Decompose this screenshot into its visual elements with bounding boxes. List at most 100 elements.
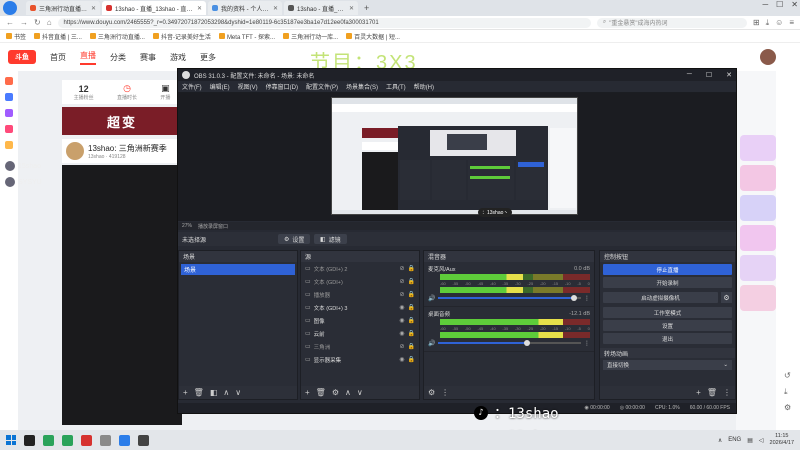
gear-icon[interactable]: ⚙	[332, 388, 339, 397]
lock-icon[interactable]: 🔒	[408, 278, 415, 285]
bookmark-item[interactable]: Meta TFT - 探索...	[218, 32, 275, 41]
more-icon[interactable]: ⋮	[584, 340, 590, 347]
eye-icon[interactable]: ◉	[399, 304, 404, 311]
gift-icon[interactable]	[5, 141, 13, 149]
bookmark-item[interactable]: 三角洲行动一库...	[283, 32, 338, 41]
more-icon[interactable]: ⋮	[723, 388, 731, 397]
source-settings-button[interactable]: ⚙ 设置	[278, 234, 311, 244]
video-icon[interactable]	[5, 109, 13, 117]
down-arrow-icon[interactable]: ∨	[235, 388, 241, 397]
reload-icon[interactable]: ↻	[34, 18, 41, 27]
studio-mode-button[interactable]: 工作室模式	[603, 307, 732, 318]
promo-card[interactable]	[740, 135, 776, 161]
close-icon[interactable]: ✕	[91, 5, 96, 12]
home-icon[interactable]: ⌂	[47, 18, 52, 27]
source-item[interactable]: ▭ 显示器采集 ◉ 🔒	[301, 353, 419, 366]
scene-item[interactable]: 场景	[181, 264, 295, 275]
menu-docks[interactable]: 停靠窗口(D)	[266, 82, 298, 91]
source-item[interactable]: ▭ 图像 ◉ 🔒	[301, 314, 419, 327]
browser-tab[interactable]: 我的资料 - 个人中心 - 斗鱼✕	[208, 1, 282, 15]
taskbar-obs-icon[interactable]	[138, 434, 149, 446]
browser-logo-icon[interactable]	[3, 1, 17, 15]
volume-slider[interactable]	[438, 295, 581, 301]
volume-slider-knob[interactable]	[570, 295, 577, 301]
volume-slider-knob[interactable]	[523, 340, 530, 346]
taskbar-app-icon[interactable]	[81, 434, 92, 446]
close-icon[interactable]: ✕	[349, 5, 354, 12]
bookmark-item[interactable]: 书签	[6, 32, 26, 41]
up-arrow-icon[interactable]: ∧	[345, 388, 351, 397]
speaker-icon[interactable]: 🔊	[428, 340, 435, 347]
gear-icon[interactable]: ⚙	[721, 292, 732, 303]
windows-start-icon[interactable]	[6, 435, 16, 445]
exit-button[interactable]: 退出	[603, 333, 732, 344]
promo-card[interactable]	[740, 225, 776, 251]
menu-view[interactable]: 视图(V)	[238, 82, 258, 91]
menu-icon[interactable]: ≡	[789, 18, 794, 28]
start-virtual-camera-button[interactable]: 启动虚拟摄像机	[603, 292, 718, 303]
follow-icon[interactable]	[5, 93, 13, 101]
eye-hidden-icon[interactable]: ⊘	[399, 343, 404, 350]
lock-icon[interactable]: 🔒	[408, 304, 415, 311]
taskbar-browser-icon[interactable]	[119, 434, 130, 446]
streamer-card[interactable]: 13shao: 三角洲新赛季 13shao · 419128	[62, 139, 182, 163]
close-icon[interactable]: ✕	[726, 71, 732, 79]
source-item[interactable]: ▭ 文本 (GDI+) 2 ⊘ 🔒	[301, 262, 419, 275]
eye-hidden-icon[interactable]: ⊘	[399, 265, 404, 272]
minimize-icon[interactable]: ─	[687, 71, 692, 79]
taskbar-app-icon[interactable]	[43, 434, 54, 446]
language-indicator[interactable]: ENG	[728, 437, 741, 443]
nav-events[interactable]: 赛事	[140, 52, 156, 63]
lock-icon[interactable]: 🔒	[408, 265, 415, 272]
download-icon[interactable]: ⤓	[766, 18, 770, 28]
close-icon[interactable]: ✕	[273, 5, 278, 12]
obs-preview[interactable]	[178, 93, 736, 221]
minimize-icon[interactable]: ─	[762, 0, 768, 9]
down-arrow-icon[interactable]: ∨	[357, 388, 363, 397]
source-item[interactable]: ▭ 三角洲 ⊘ 🔒	[301, 340, 419, 353]
source-item[interactable]: ▭ 云前 ◉ 🔒	[301, 327, 419, 340]
promo-card[interactable]	[740, 195, 776, 221]
url-input[interactable]: https://www.douyu.com/2465555?_r=0.34972…	[57, 17, 591, 28]
trash-icon[interactable]: 🗑	[707, 388, 717, 397]
close-window-icon[interactable]: ✕	[791, 0, 798, 9]
settings-button[interactable]: 设置	[603, 320, 732, 331]
nav-more[interactable]: 更多	[200, 52, 216, 63]
source-item[interactable]: ▭ 文本 (GDI+) ⊘ 🔒	[301, 275, 419, 288]
menu-tools[interactable]: 工具(T)	[386, 82, 406, 91]
user-avatar[interactable]	[760, 49, 776, 65]
maximize-icon[interactable]: ☐	[706, 71, 712, 79]
bookmark-item[interactable]: 三角洲行动直播...	[89, 32, 145, 41]
stop-streaming-button[interactable]: 停止直播	[603, 264, 732, 275]
trash-icon[interactable]: 🗑	[194, 388, 204, 397]
network-icon[interactable]: ▤	[747, 437, 753, 444]
promo-card[interactable]	[740, 165, 776, 191]
volume-icon[interactable]: ◁	[759, 437, 764, 444]
extension-icon[interactable]: ⊞	[753, 18, 760, 28]
lock-icon[interactable]: 🔒	[408, 291, 415, 298]
menu-help[interactable]: 帮助(H)	[414, 82, 434, 91]
back-icon[interactable]: ←	[6, 18, 14, 27]
download-icon[interactable]: ⤓	[784, 387, 788, 397]
lock-icon[interactable]: 🔒	[408, 356, 415, 363]
lock-icon[interactable]: 🔒	[408, 343, 415, 350]
lock-icon[interactable]: 🔒	[408, 317, 415, 324]
new-tab-icon[interactable]: +	[360, 3, 373, 13]
bookmark-item[interactable]: 抖音直播 | 三...	[34, 32, 82, 41]
eye-hidden-icon[interactable]: ⊘	[399, 291, 404, 298]
nav-category[interactable]: 分类	[110, 52, 126, 63]
menu-scene-collection[interactable]: 场景集合(S)	[346, 82, 378, 91]
settings-icon[interactable]: ⚙	[784, 403, 791, 412]
forward-icon[interactable]: →	[20, 18, 28, 27]
advanced-audio-icon[interactable]: ⚙	[428, 388, 435, 397]
nav-live[interactable]: 直播	[80, 50, 96, 65]
add-icon[interactable]: +	[183, 388, 188, 397]
menu-edit[interactable]: 编辑(E)	[210, 82, 230, 91]
source-item[interactable]: ▭ 播放器 ⊘ 🔒	[301, 288, 419, 301]
taskbar-app-icon[interactable]	[24, 434, 35, 446]
promo-banner[interactable]: 超变	[62, 107, 182, 135]
viewer-item[interactable]: 15shao	[5, 161, 41, 171]
filter-icon[interactable]: ◧	[210, 388, 218, 397]
eye-icon[interactable]: ◉	[399, 317, 404, 324]
hot-icon[interactable]	[5, 77, 13, 85]
